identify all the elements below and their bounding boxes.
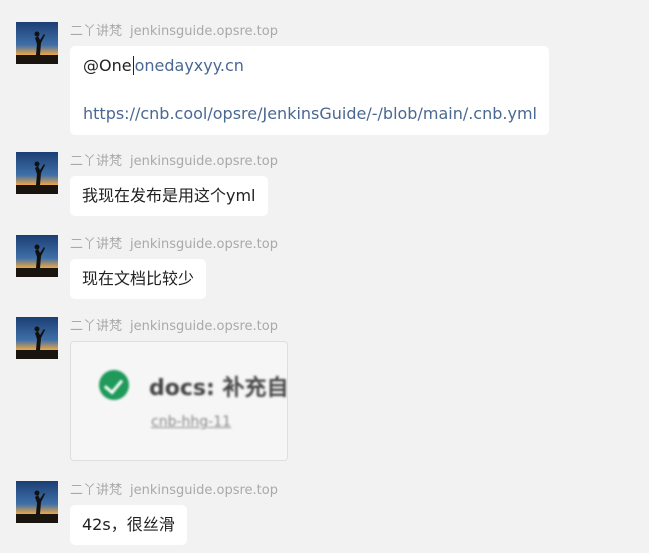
- mention-line: @One onedayxyy.cn: [83, 55, 537, 77]
- mention-text: @One: [83, 56, 132, 75]
- sender-line: 二丫讲梵 jenkinsguide.opsre.top: [70, 20, 278, 39]
- message-bubble[interactable]: 我现在发布是用这个yml: [70, 176, 268, 216]
- sender-name: 二丫讲梵: [70, 237, 123, 252]
- sender-site: jenkinsguide.opsre.top: [130, 154, 278, 169]
- sender-site: jenkinsguide.opsre.top: [130, 24, 278, 39]
- avatar[interactable]: [16, 481, 58, 523]
- message-text: 42s，很丝滑: [82, 515, 175, 534]
- sender-site: jenkinsguide.opsre.top: [130, 483, 278, 498]
- mention-link[interactable]: onedayxyy.cn: [135, 56, 244, 75]
- avatar[interactable]: [16, 317, 58, 359]
- sender-line: 二丫讲梵 jenkinsguide.opsre.top: [70, 479, 278, 498]
- sender-line: 二丫讲梵 jenkinsguide.opsre.top: [70, 233, 278, 252]
- image-message[interactable]: docs: 补充自 cnb-hhg-11: [70, 341, 288, 461]
- message-bubble[interactable]: 现在文档比较少: [70, 259, 207, 299]
- card-title: docs: 补充自: [149, 376, 288, 401]
- sender-site: jenkinsguide.opsre.top: [130, 319, 278, 334]
- url-link[interactable]: https://cnb.cool/opsre/JenkinsGuide/-/bl…: [83, 103, 537, 125]
- sender-name: 二丫讲梵: [70, 154, 123, 169]
- avatar[interactable]: [16, 22, 58, 64]
- sender-name: 二丫讲梵: [70, 24, 123, 39]
- sender-line: 二丫讲梵 jenkinsguide.opsre.top: [70, 315, 278, 334]
- message-bubble[interactable]: 42s，很丝滑: [70, 505, 187, 545]
- avatar[interactable]: [16, 235, 58, 277]
- message-text: 我现在发布是用这个yml: [82, 186, 256, 205]
- card-subtitle: cnb-hhg-11: [151, 414, 232, 430]
- text-cursor: [132, 56, 134, 75]
- sender-line: 二丫讲梵 jenkinsguide.opsre.top: [70, 150, 278, 169]
- avatar[interactable]: [16, 152, 58, 194]
- message-bubble[interactable]: @One onedayxyy.cn https://cnb.cool/opsre/…: [70, 46, 549, 135]
- sender-site: jenkinsguide.opsre.top: [130, 237, 278, 252]
- sender-name: 二丫讲梵: [70, 483, 123, 498]
- sender-name: 二丫讲梵: [70, 319, 123, 334]
- message-text: 现在文档比较少: [82, 269, 195, 288]
- check-circle-icon: [99, 370, 129, 400]
